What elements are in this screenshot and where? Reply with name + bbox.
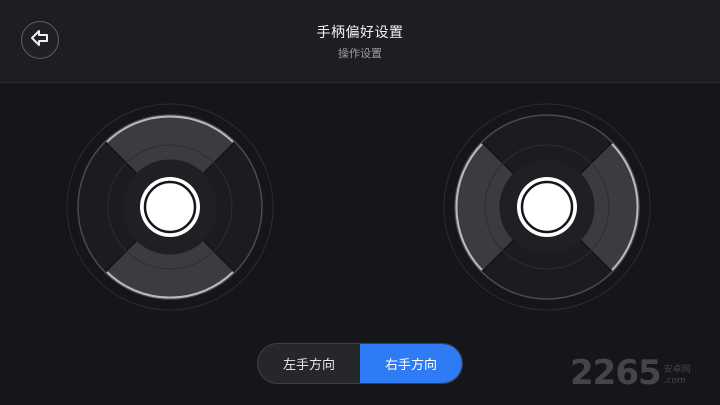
page-title: 手柄偏好设置: [316, 25, 404, 41]
header-bar: 手柄偏好设置 操作设置: [0, 0, 720, 83]
site-watermark: 2265 安卓网 .com: [570, 350, 691, 390]
watermark-domain: .com: [663, 376, 686, 386]
left-joystick-preview: [65, 102, 275, 312]
page-subtitle: 操作设置: [338, 47, 382, 60]
thumb-knob: [517, 177, 577, 237]
direction-toggle: 左手方向 右手方向: [257, 343, 463, 384]
right-joystick-preview: [442, 102, 652, 312]
right-hand-option[interactable]: 右手方向: [360, 344, 462, 383]
watermark-number: 2265: [570, 353, 662, 393]
left-hand-option[interactable]: 左手方向: [258, 344, 360, 383]
thumb-knob: [140, 177, 200, 237]
watermark-text: 安卓网: [663, 365, 691, 375]
